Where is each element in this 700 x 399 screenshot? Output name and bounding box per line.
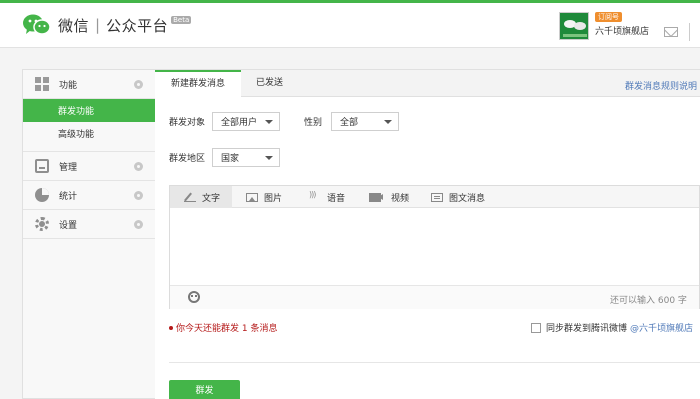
sync-checkbox[interactable] [531,322,541,333]
account-panel[interactable]: 订阅号 六千顷旗舰店 [559,12,649,40]
gear-icon [35,217,49,231]
chevron-down-icon [265,156,274,160]
divider [169,362,700,363]
target-label: 群发对象 [169,118,206,128]
video-icon [369,192,383,202]
function-submenu: 群发功能 高级功能 [23,99,155,152]
sidebar-group-stats[interactable]: 统计 [23,181,155,210]
target-select[interactable]: 全部用户 [212,112,281,131]
sidebar-group-label: 功能 [59,80,78,91]
tool-label: 文字 [202,193,221,204]
expand-toggle-icon[interactable] [134,80,143,89]
gender-select[interactable]: 全部 [331,112,400,131]
tool-video[interactable]: 视频 [369,186,409,208]
logo-text: 微信 [58,16,90,35]
editor-footer: 还可以输入 600 字 [170,285,699,309]
sidebar-group-label: 统计 [59,191,78,202]
beta-badge: Beta [171,16,192,24]
logo-separator: | [95,16,101,34]
sidebar-item-advanced[interactable]: 高级功能 [23,122,155,145]
editor-toolbar: 文字 图片 语音 视频 图文消息 [170,186,699,208]
sync-account-link[interactable]: @六千顷旗舰店 [630,321,693,334]
gender-label: 性别 [304,118,323,128]
sidebar: 功能 群发功能 高级功能 管理 统计 设置 [22,69,155,399]
tool-label: 视频 [391,193,410,204]
sync-weibo-option[interactable]: 同步群发到腾讯微博 @六千顷旗舰店 [531,321,693,334]
expand-toggle-icon[interactable] [134,220,143,229]
send-button[interactable]: 群发 [169,380,240,399]
region-label: 群发地区 [169,154,206,164]
sidebar-group-manage[interactable]: 管理 [23,152,155,181]
tab-bar: 新建群发消息 已发送 群发消息规则说明 [155,70,700,98]
gender-value: 全部 [340,118,359,128]
region-value: 国家 [221,154,240,164]
region-row: 群发地区 国家 [169,148,281,167]
chevron-down-icon [265,120,274,124]
pencil-icon [184,193,196,202]
sidebar-item-mass-send[interactable]: 群发功能 [23,99,155,122]
image-icon [246,192,258,202]
expand-toggle-icon[interactable] [134,162,143,171]
platform-title: 公众平台 [106,16,169,35]
bullet-dot-icon [169,326,173,330]
tool-label: 图文消息 [449,193,486,204]
account-type-badge: 订阅号 [595,12,622,22]
emoji-icon[interactable] [188,291,200,303]
message-textarea[interactable] [170,208,699,285]
main-panel: 新建群发消息 已发送 群发消息规则说明 群发对象 全部用户 性别 全部 群发地区… [155,69,700,399]
tool-news[interactable]: 图文消息 [431,186,485,208]
header-divider [689,23,690,41]
char-count: 还可以输入 600 字 [610,296,687,306]
target-row: 群发对象 全部用户 性别 全部 [169,112,400,131]
rules-link[interactable]: 群发消息规则说明 [625,79,697,92]
account-name[interactable]: 六千顷旗舰店 [595,24,649,37]
tool-voice[interactable]: 语音 [309,186,345,208]
tool-image[interactable]: 图片 [246,186,282,208]
tool-label: 图片 [264,193,283,204]
sync-label: 同步群发到腾讯微博 [546,324,628,334]
wechat-logo-icon [22,13,52,37]
grid-icon [35,77,49,91]
daily-limit-text: 你今天还能群发 1 条消息 [176,324,278,334]
voice-icon [309,190,321,202]
account-avatar[interactable] [559,12,589,40]
chevron-down-icon [384,120,393,124]
tab-sent[interactable]: 已发送 [256,70,283,97]
tab-new-message[interactable]: 新建群发消息 [155,70,241,98]
region-select[interactable]: 国家 [212,148,281,167]
pie-chart-icon [35,188,49,202]
mail-icon[interactable] [664,27,678,37]
sidebar-group-function[interactable]: 功能 [23,70,155,99]
tool-label: 语音 [327,193,346,204]
expand-toggle-icon[interactable] [134,191,143,200]
message-editor: 文字 图片 语音 视频 图文消息 还可以输入 600 字 [169,185,700,309]
sidebar-group-label: 设置 [59,220,78,231]
top-bar: 微信 | 公众平台 Beta 订阅号 六千顷旗舰店 [0,0,700,48]
sidebar-group-settings[interactable]: 设置 [23,210,155,239]
daily-limit-notice: 你今天还能群发 1 条消息 [169,321,277,334]
target-value: 全部用户 [221,118,258,128]
logo[interactable]: 微信 | 公众平台 Beta [22,13,192,37]
tool-text[interactable]: 文字 [170,186,232,208]
tray-icon [35,159,49,173]
sidebar-group-label: 管理 [59,162,78,173]
news-icon [431,192,443,202]
